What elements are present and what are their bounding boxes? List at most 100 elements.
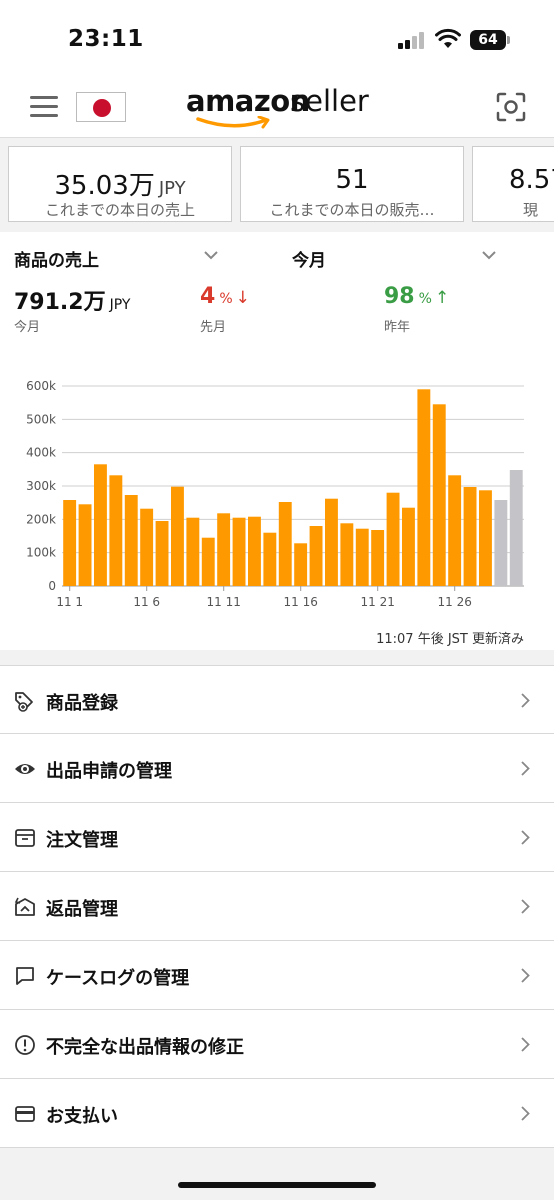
camera-scan-icon[interactable] bbox=[496, 92, 526, 122]
chart-bar[interactable] bbox=[278, 502, 292, 586]
wifi-icon bbox=[435, 28, 461, 48]
menu-item-listing-applications[interactable]: 出品申請の管理 bbox=[0, 734, 554, 803]
total-sales-value: 791.2万 bbox=[14, 290, 106, 315]
menu-item-product-listing[interactable]: 商品登録 bbox=[0, 665, 554, 734]
chart-bar[interactable] bbox=[171, 486, 184, 586]
chart-bar[interactable] bbox=[463, 487, 477, 586]
x-tick-label: 11 11 bbox=[207, 595, 241, 609]
chart-bar[interactable] bbox=[432, 404, 446, 586]
kpi-value: 35.03万 JPY bbox=[9, 165, 231, 202]
y-tick-label: 600k bbox=[26, 379, 56, 393]
y-tick-label: 0 bbox=[48, 579, 56, 593]
y-tick-label: 300k bbox=[26, 479, 56, 493]
tag-add-icon bbox=[15, 692, 33, 712]
chart-bar[interactable] bbox=[417, 389, 431, 586]
menu-item-fix-listings[interactable]: 不完全な出品情報の修正 bbox=[0, 1010, 554, 1079]
app-header: amazon seller bbox=[0, 80, 554, 138]
chevron-right-icon bbox=[521, 830, 530, 845]
kpi-strip: 35.03万JPY これまでの本日の売上 51 これまでの本日の販売… 8.57… bbox=[0, 139, 554, 229]
chevron-right-icon bbox=[521, 899, 530, 914]
kpi-value: 8.57 bbox=[473, 165, 554, 195]
menu-item-order-management[interactable]: 注文管理 bbox=[0, 803, 554, 872]
chart-bar[interactable] bbox=[309, 526, 323, 586]
chart-bar[interactable] bbox=[186, 517, 200, 586]
menu-item-label: お支払い bbox=[46, 1106, 118, 1127]
chart-bar[interactable] bbox=[94, 464, 107, 586]
chart-bar[interactable] bbox=[402, 507, 415, 586]
amazon-seller-logo: amazon seller bbox=[186, 84, 376, 134]
last-updated-text: 11:07 午後 JST 更新済み bbox=[376, 632, 524, 647]
chart-bar[interactable] bbox=[78, 504, 92, 586]
chart-bar[interactable] bbox=[479, 490, 492, 586]
chart-bar[interactable] bbox=[217, 513, 231, 586]
chart-bar[interactable] bbox=[248, 516, 261, 586]
kpi-label: これまでの本日の売上 bbox=[44, 201, 195, 219]
menu-item-case-log[interactable]: ケースログの管理 bbox=[0, 941, 554, 1010]
kpi-label: 現 bbox=[523, 201, 539, 219]
kpi-value: 51 bbox=[241, 165, 463, 195]
hamburger-menu-icon[interactable] bbox=[30, 96, 58, 118]
metric-selector[interactable]: 商品の売上 bbox=[14, 246, 99, 271]
chat-bubble-icon bbox=[16, 967, 34, 985]
menu-item-label: 返品管理 bbox=[46, 899, 118, 920]
chart-bar[interactable] bbox=[63, 500, 77, 586]
chart-bar[interactable] bbox=[494, 500, 508, 586]
total-sales-label: 今月 bbox=[14, 320, 41, 335]
sales-bar-chart: 0 100k 200k 300k 400k 500k 600k 11 1 11 6 11 11 11… bbox=[26, 379, 524, 609]
chart-bar[interactable] bbox=[155, 521, 169, 586]
chart-bar[interactable] bbox=[448, 475, 462, 586]
sales-panel: 商品の売上 今月 791.2万 JPY 今月 4% ↓ 先月 98% ↑ 昨年 0 10… bbox=[0, 232, 554, 650]
x-tick-label: 11 6 bbox=[133, 595, 160, 609]
chart-bar[interactable] bbox=[509, 470, 523, 586]
vs-last-year-label: 昨年 bbox=[384, 320, 411, 335]
chevron-right-icon bbox=[521, 1106, 530, 1121]
chevron-down-icon[interactable] bbox=[204, 250, 218, 260]
chart-bar[interactable] bbox=[355, 528, 369, 586]
home-indicator[interactable] bbox=[178, 1182, 376, 1188]
chart-bar[interactable] bbox=[340, 523, 354, 586]
logo-seller-text: seller bbox=[290, 84, 369, 118]
menu-item-returns-management[interactable]: 返品管理 bbox=[0, 872, 554, 941]
total-sales: 791.2万 JPY bbox=[14, 284, 130, 316]
kpi-card-sales[interactable]: 35.03万 JPY これまでの本日の売上 bbox=[8, 146, 232, 222]
pct-unit: % bbox=[219, 291, 233, 307]
kpi-card-units[interactable]: 51 これまでの本日の販売… bbox=[240, 146, 464, 222]
eye-icon bbox=[15, 764, 35, 774]
chart-bar[interactable] bbox=[232, 517, 246, 586]
pct-value: 98 bbox=[384, 284, 415, 309]
bottom-safe-area bbox=[0, 1150, 554, 1200]
x-tick-label: 11 16 bbox=[284, 595, 318, 609]
vs-last-year: 98% ↑ bbox=[384, 284, 449, 309]
chevron-right-icon bbox=[521, 968, 530, 983]
y-tick-label: 200k bbox=[26, 512, 56, 526]
kpi-card-partial[interactable]: 8.57 現 bbox=[472, 146, 554, 222]
chart-bar[interactable] bbox=[201, 537, 215, 586]
japan-flag-icon[interactable] bbox=[76, 92, 126, 122]
period-selector[interactable]: 今月 bbox=[292, 246, 326, 271]
box-icon bbox=[15, 829, 35, 847]
kpi-number: 51 bbox=[335, 165, 369, 195]
chart-bar[interactable] bbox=[109, 475, 123, 586]
status-bar: 23:11 64 bbox=[0, 0, 554, 80]
return-box-icon bbox=[14, 897, 35, 916]
chart-bar[interactable] bbox=[263, 532, 277, 586]
alert-circle-icon bbox=[15, 1035, 35, 1055]
chevron-down-icon[interactable] bbox=[482, 250, 496, 260]
arrow-down-icon: ↓ bbox=[235, 288, 250, 308]
arrow-up-icon: ↑ bbox=[434, 288, 450, 308]
status-time: 23:11 bbox=[68, 26, 144, 52]
chart-bar[interactable] bbox=[294, 543, 308, 586]
kpi-unit: JPY bbox=[158, 178, 186, 199]
chart-bar[interactable] bbox=[325, 498, 338, 586]
cellular-signal-icon bbox=[398, 31, 428, 49]
menu-item-label: ケースログの管理 bbox=[46, 968, 190, 989]
y-tick-label: 100k bbox=[26, 546, 56, 560]
credit-card-icon bbox=[15, 1106, 35, 1122]
menu-item-label: 不完全な出品情報の修正 bbox=[46, 1037, 244, 1058]
chart-bar[interactable] bbox=[140, 508, 154, 586]
chart-bar[interactable] bbox=[124, 495, 138, 586]
chart-bar[interactable] bbox=[371, 530, 385, 586]
menu-item-label: 出品申請の管理 bbox=[46, 761, 172, 782]
chart-bar[interactable] bbox=[386, 492, 400, 586]
menu-item-payments[interactable]: お支払い bbox=[0, 1079, 554, 1148]
